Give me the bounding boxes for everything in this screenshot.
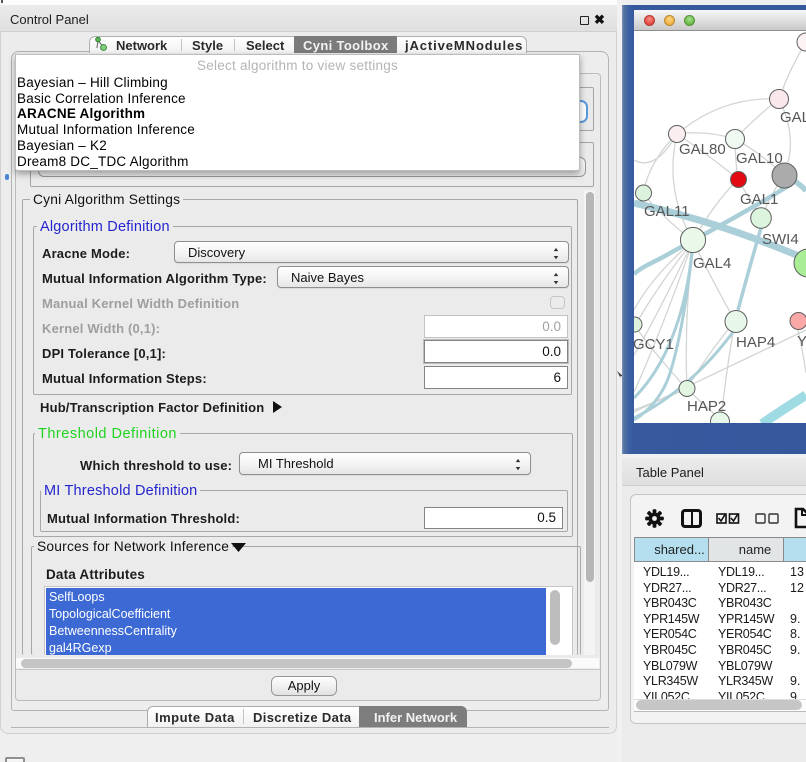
svg-text:GAL10: GAL10 <box>736 150 783 167</box>
svg-text:SWI4: SWI4 <box>762 231 799 248</box>
svg-text:GAL11: GAL11 <box>644 203 690 220</box>
svg-text:GAL4: GAL4 <box>693 255 731 272</box>
svg-text:HAP4: HAP4 <box>736 334 775 351</box>
svg-text:GCY1: GCY1 <box>634 336 674 353</box>
svg-text:Y: Y <box>797 333 806 350</box>
svg-text:GAL1: GAL1 <box>740 191 778 208</box>
svg-text:GAL7: GAL7 <box>780 109 806 126</box>
svg-text:HAP2: HAP2 <box>687 398 726 415</box>
svg-text:GAL80: GAL80 <box>679 141 726 158</box>
